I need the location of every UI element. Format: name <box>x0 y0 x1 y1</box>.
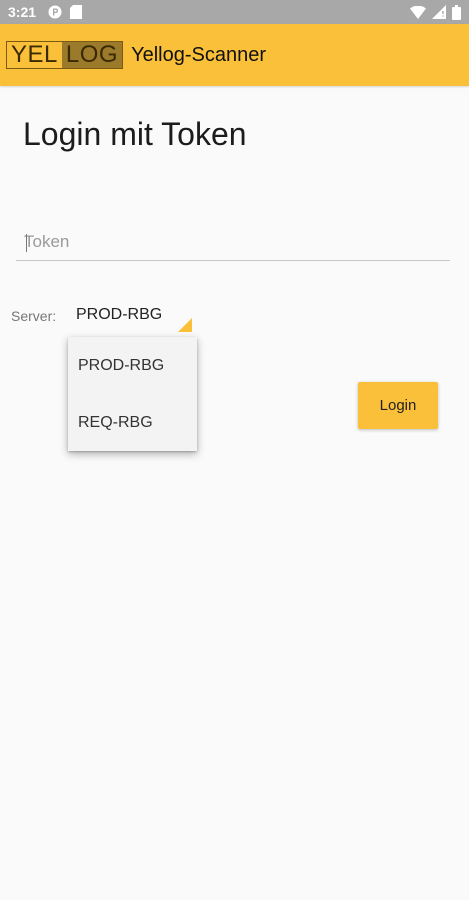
sd-card-icon <box>70 5 83 19</box>
token-input[interactable] <box>16 226 450 258</box>
text-cursor <box>26 234 27 252</box>
server-dropdown-menu: PROD-RBG REQ-RBG <box>68 337 197 451</box>
token-field[interactable] <box>16 226 450 261</box>
wifi-icon <box>410 5 426 19</box>
status-time: 3:21 <box>8 4 37 20</box>
status-right-icons <box>410 4 461 20</box>
dropdown-option-prod-rbg[interactable]: PROD-RBG <box>68 337 197 394</box>
signal-icon <box>432 5 446 19</box>
status-left-icons <box>48 5 83 19</box>
page-title: Login mit Token <box>23 116 247 152</box>
app-bar: YEL LOG Yellog-Scanner <box>0 24 469 86</box>
app-title: Yellog-Scanner <box>131 43 266 66</box>
logo-log: LOG <box>61 42 123 68</box>
dropdown-option-req-rbg[interactable]: REQ-RBG <box>68 394 197 451</box>
server-label: Server: <box>11 308 57 324</box>
parking-icon <box>48 5 62 19</box>
login-button[interactable]: Login <box>358 382 438 429</box>
dropdown-arrow-icon <box>178 318 192 332</box>
server-selected-value: PROD-RBG <box>76 306 163 323</box>
server-spinner[interactable]: PROD-RBG <box>76 302 194 332</box>
battery-icon <box>452 4 461 20</box>
status-bar: 3:21 <box>0 0 469 24</box>
logo-yel: YEL <box>7 42 62 68</box>
yellog-logo: YEL LOG <box>6 41 124 69</box>
